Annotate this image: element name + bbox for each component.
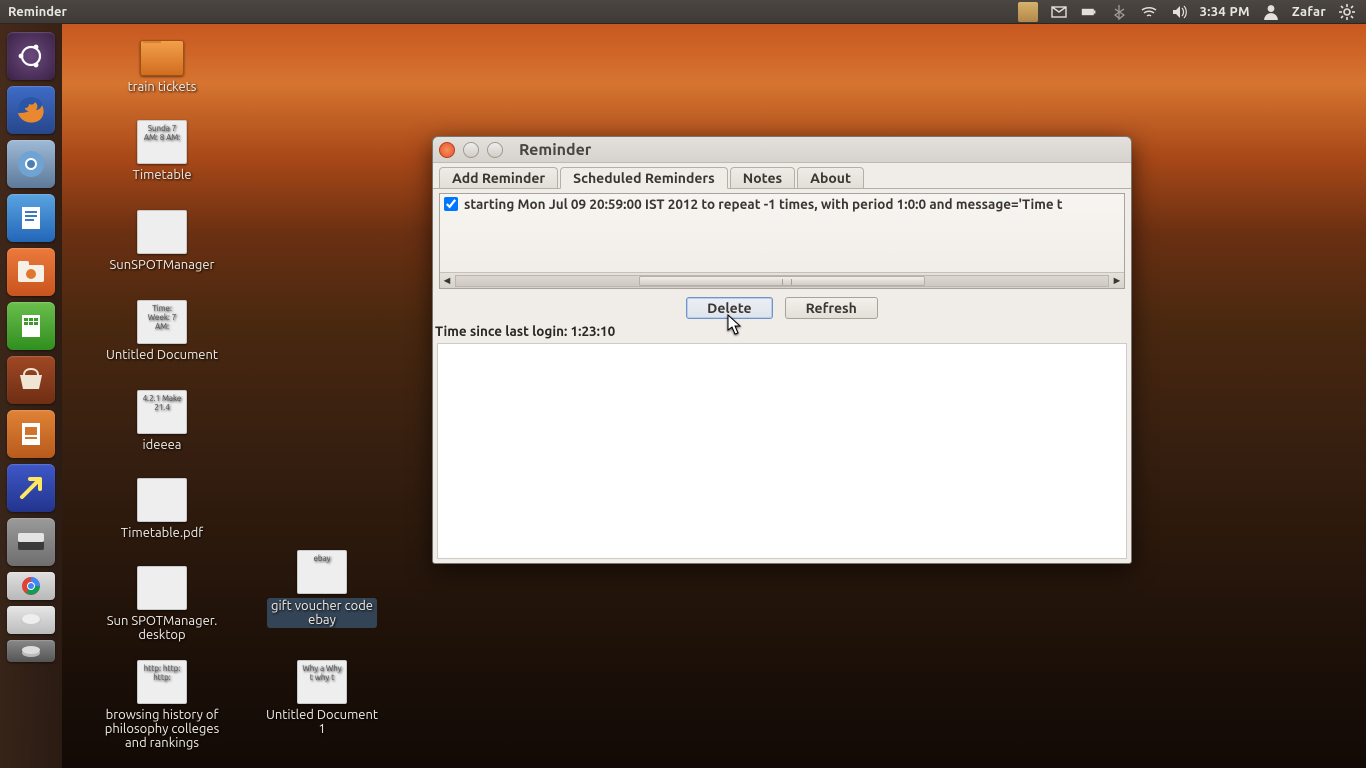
launcher-writer[interactable] xyxy=(7,194,55,242)
window-titlebar[interactable]: Reminder xyxy=(433,137,1131,163)
desktop-icon-label: ideeea xyxy=(92,438,232,452)
desktop-icon[interactable]: Why a Why t why t Untitled Document 1 xyxy=(252,660,392,736)
desktop-icon[interactable]: ebay gift voucher code ebay xyxy=(252,550,392,628)
gear-icon[interactable] xyxy=(1338,4,1356,20)
top-menu-bar: Reminder 3:34 PM Zafar xyxy=(0,0,1366,24)
scrollbar-thumb[interactable] xyxy=(639,276,926,286)
launcher-drive[interactable] xyxy=(7,518,55,566)
document-icon xyxy=(137,566,187,610)
desktop-icon[interactable]: Timetable.pdf xyxy=(92,478,232,540)
desktop-icon-label: Untitled Document xyxy=(92,348,232,362)
amazon-icon[interactable] xyxy=(1018,2,1038,22)
scrollbar-track[interactable] xyxy=(455,275,1109,287)
reminder-list-item[interactable]: starting Mon Jul 09 20:59:00 IST 2012 to… xyxy=(440,194,1124,214)
horizontal-scrollbar[interactable]: ◄ ► xyxy=(440,272,1124,288)
launcher-hplip[interactable] xyxy=(7,606,55,634)
refresh-button[interactable]: Refresh xyxy=(785,297,878,319)
desktop-icon-label: Sun SPOTManager. desktop xyxy=(92,614,232,642)
sound-icon[interactable] xyxy=(1170,4,1188,20)
unity-launcher xyxy=(0,24,62,768)
document-icon xyxy=(137,478,187,522)
tab-bar: Add Reminder Scheduled Reminders Notes A… xyxy=(433,163,1131,189)
reminder-text: starting Mon Jul 09 20:59:00 IST 2012 to… xyxy=(464,196,1063,212)
launcher-files[interactable] xyxy=(7,248,55,296)
launcher-impress[interactable] xyxy=(7,410,55,458)
battery-icon[interactable] xyxy=(1080,4,1098,20)
desktop-icon[interactable]: Sunda 7 AM: 8 AM: Timetable xyxy=(92,120,232,182)
tab-add-reminder[interactable]: Add Reminder xyxy=(439,167,558,188)
document-icon: 4.2.1 Make 21.4 xyxy=(137,390,187,434)
launcher-software-center[interactable] xyxy=(7,356,55,404)
desktop-icon[interactable]: train tickets xyxy=(92,40,232,94)
content-area xyxy=(437,343,1127,559)
reminder-checkbox[interactable] xyxy=(444,197,458,211)
document-icon: Why a Why t why t xyxy=(297,660,347,704)
document-icon: ebay xyxy=(297,550,347,594)
reminders-list: starting Mon Jul 09 20:59:00 IST 2012 to… xyxy=(439,193,1125,289)
status-text: Time since last login: 1:23:10 xyxy=(433,321,1131,339)
launcher-stack[interactable] xyxy=(7,640,55,662)
reminder-window: Reminder Add Reminder Scheduled Reminder… xyxy=(432,136,1132,564)
menubar-app-title: Reminder xyxy=(0,5,77,19)
scroll-right-icon[interactable]: ► xyxy=(1110,275,1124,287)
document-icon: Time: Week: 7 AM: xyxy=(137,300,187,344)
minimize-icon[interactable] xyxy=(463,142,479,158)
launcher-calc[interactable] xyxy=(7,302,55,350)
tab-notes[interactable]: Notes xyxy=(730,167,795,188)
launcher-chromium[interactable] xyxy=(7,140,55,188)
desktop-icon-label: gift voucher code ebay xyxy=(267,598,377,628)
system-tray: 3:34 PM Zafar xyxy=(1018,2,1366,22)
document-icon xyxy=(137,210,187,254)
folder-icon xyxy=(140,40,184,76)
window-title: Reminder xyxy=(519,141,591,159)
desktop-icon-label: browsing history of philosophy colleges … xyxy=(92,708,232,750)
wifi-icon[interactable] xyxy=(1140,4,1158,20)
desktop-icon[interactable]: http: http: http:browsing history of phi… xyxy=(92,660,232,750)
desktop-icon[interactable]: Sun SPOTManager. desktop xyxy=(92,566,232,642)
desktop-icon-label: Untitled Document 1 xyxy=(252,708,392,736)
maximize-icon[interactable] xyxy=(487,142,503,158)
document-icon: http: http: http: xyxy=(137,660,187,704)
scroll-left-icon[interactable]: ◄ xyxy=(440,275,454,287)
tab-about[interactable]: About xyxy=(797,167,864,188)
delete-button[interactable]: Delete xyxy=(686,297,772,319)
document-icon: Sunda 7 AM: 8 AM: xyxy=(137,120,187,164)
user-icon[interactable] xyxy=(1262,4,1280,20)
launcher-dash[interactable] xyxy=(7,32,55,80)
close-icon[interactable] xyxy=(439,142,455,158)
launcher-chrome[interactable] xyxy=(7,572,55,600)
desktop-icon[interactable]: SunSPOTManager xyxy=(92,210,232,272)
user-name[interactable]: Zafar xyxy=(1292,5,1326,19)
tab-scheduled-reminders[interactable]: Scheduled Reminders xyxy=(560,167,728,189)
desktop-icon-label: Timetable.pdf xyxy=(92,526,232,540)
launcher-app[interactable] xyxy=(7,464,55,512)
mail-icon[interactable] xyxy=(1050,4,1068,20)
button-row: Delete Refresh xyxy=(433,289,1131,321)
desktop-icon-label: Timetable xyxy=(92,168,232,182)
bluetooth-icon[interactable] xyxy=(1110,4,1128,20)
desktop-icon[interactable]: Time: Week: 7 AM: Untitled Document xyxy=(92,300,232,362)
desktop-icon-label: SunSPOTManager xyxy=(92,258,232,272)
clock[interactable]: 3:34 PM xyxy=(1200,5,1250,19)
desktop-icon-label: train tickets xyxy=(92,80,232,94)
desktop-icon[interactable]: 4.2.1 Make 21.4 ideeea xyxy=(92,390,232,452)
launcher-firefox[interactable] xyxy=(7,86,55,134)
